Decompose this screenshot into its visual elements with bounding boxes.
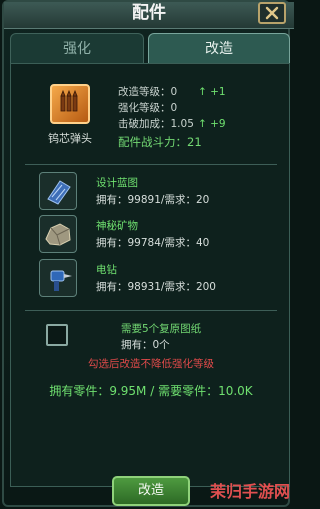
blueprint-requirement: 需要5个复原图纸	[121, 323, 202, 335]
drill-icon[interactable]	[39, 259, 77, 297]
stat-label: 击破加成：1.05	[118, 118, 194, 130]
tab-modify[interactable]: 改造	[148, 33, 290, 63]
restore-blueprint-checkbox[interactable]	[46, 324, 68, 346]
item-card[interactable]: 钨芯弹头	[39, 84, 101, 146]
stat-row-modify-level: 改造等级：0 ↑ +1	[118, 84, 288, 100]
parts-summary: 拥有零件：9.95M / 需要零件：10.0K	[49, 384, 253, 398]
material-ore: 神秘矿物 拥有：99784/需求：40	[39, 215, 279, 253]
item-power: 配件战斗力：21	[118, 135, 202, 149]
material-blueprint: 设计蓝图 拥有：99891/需求：20	[39, 172, 279, 210]
material-name: 神秘矿物	[96, 220, 138, 232]
window-title: 配件	[132, 3, 166, 23]
ore-icon[interactable]	[39, 215, 77, 253]
material-count: 拥有：98931/需求：200	[96, 281, 216, 293]
tab-strengthen[interactable]: 强化	[10, 33, 144, 63]
watermark: 茉归手游网	[209, 482, 290, 501]
accessory-panel: 配件 强化 改造 钨芯弹头 改造等级：0 ↑ +1 强化等级：0 击破加成：1.…	[2, 0, 294, 507]
modify-content: 钨芯弹头 改造等级：0 ↑ +1 强化等级：0 击破加成：1.05 ↑ +9 配…	[10, 63, 290, 487]
close-icon	[265, 6, 279, 20]
material-count: 拥有：99891/需求：20	[96, 194, 210, 206]
tungsten-warhead-icon	[50, 84, 90, 124]
divider	[25, 310, 277, 311]
blueprint-icon[interactable]	[39, 172, 77, 210]
item-stats: 改造等级：0 ↑ +1 强化等级：0 击破加成：1.05 ↑ +9	[118, 84, 288, 132]
close-button[interactable]	[258, 2, 286, 24]
blueprint-owned: 拥有：0个	[121, 339, 170, 351]
stat-label: 强化等级：0	[118, 102, 178, 114]
tab-bar: 强化 改造	[10, 33, 290, 63]
stat-row-strengthen-level: 强化等级：0	[118, 100, 288, 116]
stat-row-break-bonus: 击破加成：1.05 ↑ +9	[118, 116, 288, 132]
material-name: 电钻	[96, 264, 117, 276]
divider	[25, 164, 277, 165]
material-count: 拥有：99784/需求：40	[96, 237, 210, 249]
stat-label: 改造等级：0	[118, 86, 178, 98]
option-warning: 勾选后改造不降低强化等级	[88, 358, 214, 370]
stat-gain: ↑ +9	[198, 118, 226, 130]
item-name: 钨芯弹头	[48, 132, 92, 145]
material-name: 设计蓝图	[96, 177, 138, 189]
material-drill: 电钻 拥有：98931/需求：200	[39, 259, 279, 297]
stat-gain: ↑ +1	[198, 86, 226, 98]
